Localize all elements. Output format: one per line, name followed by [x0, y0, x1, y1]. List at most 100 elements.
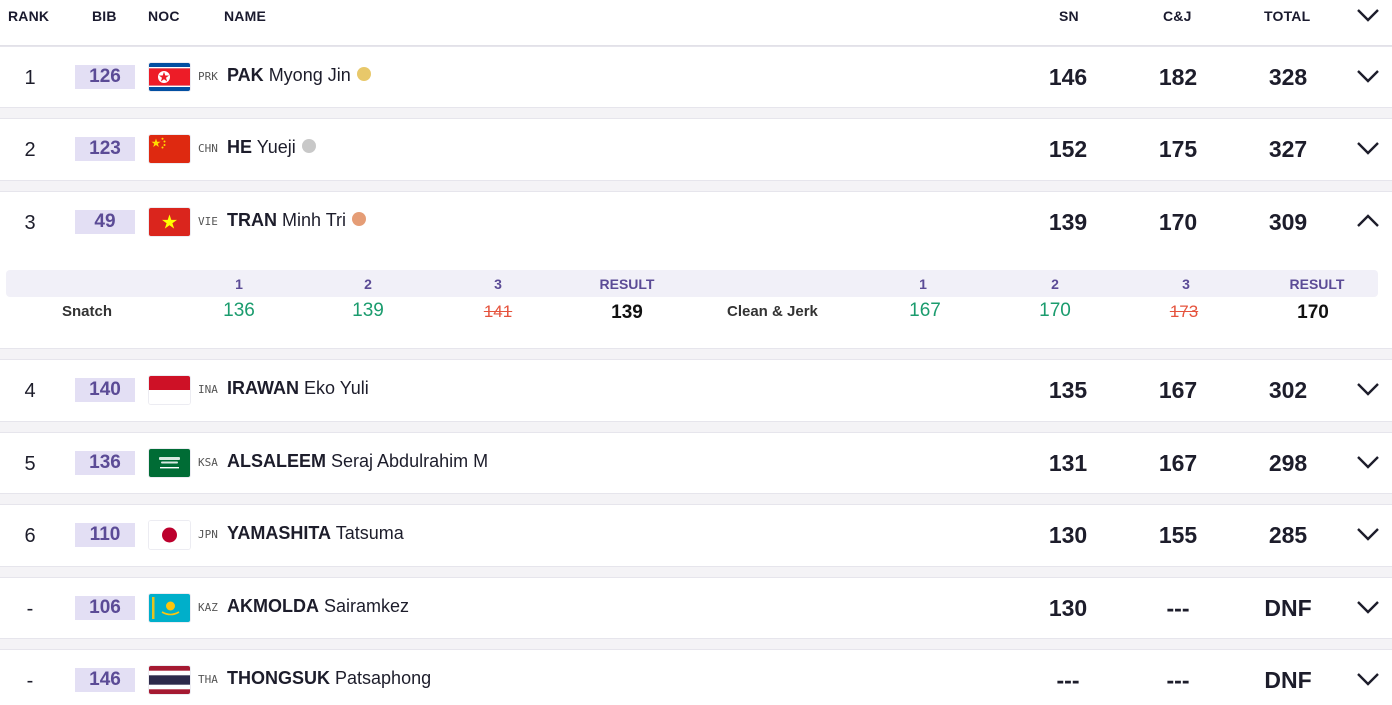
athlete-name: TRAN Minh Tri — [227, 210, 367, 231]
table-row[interactable]: 4 140 INA IRAWAN Eko Yuli 135 167 302 — [0, 359, 1392, 422]
bib-badge: 126 — [75, 65, 135, 89]
rank: - — [26, 670, 34, 692]
clean-jerk-result: --- — [1166, 595, 1190, 621]
athlete-name: THONGSUK Patsaphong — [227, 668, 432, 688]
clean-jerk-result: 167 — [1158, 377, 1198, 403]
total-result: 298 — [1268, 450, 1308, 476]
bib-badge: 136 — [75, 451, 135, 475]
noc-code: THA — [198, 673, 218, 686]
chevron-up-icon[interactable] — [1355, 212, 1381, 230]
snatch-attempt-2: 139 — [352, 300, 384, 321]
total-result: 328 — [1268, 64, 1308, 90]
bib-badge: 106 — [75, 596, 135, 620]
snatch-attempt-1-header: 1 — [235, 276, 243, 292]
noc-code: KSA — [198, 456, 218, 469]
chevron-down-icon[interactable] — [1355, 67, 1381, 85]
clean-jerk-label: Clean & Jerk — [727, 303, 818, 320]
clean-jerk-result: 155 — [1158, 522, 1198, 548]
chevron-down-icon[interactable] — [1355, 525, 1381, 543]
column-header-bib: BIB — [92, 8, 117, 24]
table-row[interactable]: 1 126 PRK PAK Myong Jin 146 182 328 — [0, 46, 1392, 108]
snatch-result: --- — [1056, 667, 1080, 693]
ksa-flag-icon — [149, 449, 190, 477]
athlete-name: PAK Myong Jin — [227, 65, 371, 86]
gold-medal-icon — [356, 67, 371, 82]
table-row[interactable]: - 146 THA THONGSUK Patsaphong --- --- DN… — [0, 649, 1392, 705]
cj-result-header: RESULT — [1289, 276, 1345, 292]
column-header-total: TOTAL — [1264, 8, 1311, 24]
snatch-result: 139 — [1048, 209, 1088, 235]
chevron-down-icon[interactable] — [1355, 380, 1381, 398]
bib-badge: 140 — [75, 378, 135, 402]
column-header-sn: SN — [1059, 8, 1079, 24]
cj-attempt-1: 167 — [909, 300, 941, 321]
table-row[interactable]: 6 110 JPN YAMASHITA Tatsuma 130 155 285 — [0, 504, 1392, 567]
ina-flag-icon — [149, 376, 190, 404]
rank: 3 — [24, 212, 36, 234]
snatch-attempt-1: 136 — [223, 300, 255, 321]
noc-code: INA — [198, 383, 218, 396]
results-table-header: RANK BIB NOC NAME SN C&J TOTAL — [0, 0, 1392, 46]
clean-jerk-result: 170 — [1158, 209, 1198, 235]
snatch-attempt-3-header: 3 — [494, 276, 502, 292]
table-row[interactable]: - 106 KAZ AKMOLDA Sairamkez 130 --- DNF — [0, 577, 1392, 639]
snatch-result: 152 — [1048, 136, 1088, 162]
rank: 2 — [24, 139, 36, 161]
rank: - — [26, 598, 34, 620]
snatch-attempt-2-header: 2 — [364, 276, 372, 292]
bib-badge: 123 — [75, 137, 135, 161]
total-result: 285 — [1268, 522, 1308, 548]
column-header-name: NAME — [224, 8, 267, 24]
silver-medal-icon — [301, 139, 316, 154]
noc-code: CHN — [198, 142, 218, 155]
rank: 5 — [24, 453, 36, 475]
snatch-result: 131 — [1048, 450, 1088, 476]
cj-attempt-2: 170 — [1039, 300, 1071, 321]
clean-jerk-result: 167 — [1158, 450, 1198, 476]
snatch-result: 130 — [1048, 595, 1088, 621]
athlete-name: HE Yueji — [227, 137, 316, 158]
noc-code: PRK — [198, 70, 218, 83]
cj-attempt-3-failed: 173 — [1169, 302, 1199, 321]
snatch-result-header: RESULT — [599, 276, 655, 292]
table-row[interactable]: 5 136 KSA ALSALEEM Seraj Abdulrahim M 13… — [0, 432, 1392, 494]
athlete-name: IRAWAN Eko Yuli — [227, 378, 369, 398]
chevron-down-icon[interactable] — [1355, 670, 1381, 688]
chevron-down-icon[interactable] — [1355, 139, 1381, 157]
expand-all-chevron-down-icon[interactable] — [1355, 6, 1381, 24]
noc-code: JPN — [198, 528, 218, 541]
athlete-name: AKMOLDA Sairamkez — [227, 596, 410, 616]
tha-flag-icon — [149, 666, 190, 694]
cj-attempt-2-header: 2 — [1051, 276, 1059, 292]
clean-jerk-result: --- — [1166, 667, 1190, 693]
snatch-attempt-3-failed: 141 — [483, 302, 513, 321]
column-header-cj: C&J — [1163, 8, 1192, 24]
rank: 1 — [24, 67, 36, 89]
table-row[interactable]: 2 123 CHN HE Yueji 152 175 327 — [0, 118, 1392, 181]
clean-jerk-result: 175 — [1158, 136, 1198, 162]
cj-final-result: 170 — [1297, 302, 1329, 323]
column-header-noc: NOC — [148, 8, 180, 24]
cj-attempt-3-header: 3 — [1182, 276, 1190, 292]
bib-badge: 49 — [75, 210, 135, 234]
snatch-final-result: 139 — [611, 302, 643, 323]
bronze-medal-icon — [352, 212, 367, 227]
athlete-name: YAMASHITA Tatsuma — [227, 523, 404, 543]
column-header-rank: RANK — [8, 8, 50, 24]
total-result: 302 — [1268, 377, 1308, 403]
vie-flag-icon — [149, 208, 190, 236]
noc-code: VIE — [198, 215, 218, 228]
snatch-result: 130 — [1048, 522, 1088, 548]
rank: 6 — [24, 525, 36, 547]
athlete-name: ALSALEEM Seraj Abdulrahim M — [227, 451, 489, 471]
total-result: DNF — [1264, 667, 1312, 693]
kaz-flag-icon — [149, 594, 190, 622]
clean-jerk-result: 182 — [1158, 64, 1198, 90]
chevron-down-icon[interactable] — [1355, 453, 1381, 471]
chn-flag-icon — [149, 135, 190, 163]
snatch-label: Snatch — [62, 303, 113, 320]
prk-flag-icon — [149, 63, 190, 91]
snatch-result: 146 — [1048, 64, 1088, 90]
chevron-down-icon[interactable] — [1355, 598, 1381, 616]
bib-badge: 146 — [75, 668, 135, 692]
